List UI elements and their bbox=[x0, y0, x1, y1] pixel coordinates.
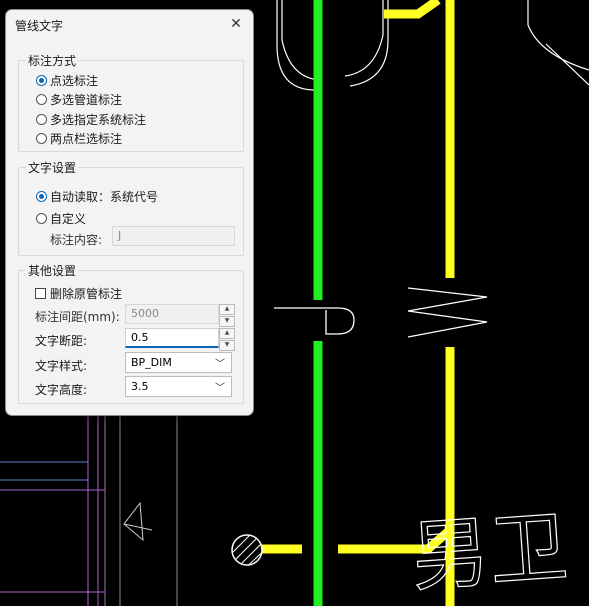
chevron-down-icon: ﹀ bbox=[215, 383, 225, 394]
spin-down-icon[interactable]: ▼ bbox=[219, 316, 235, 327]
spacing-label: 标注间距(mm): bbox=[35, 310, 120, 324]
gap-spinner[interactable]: ▲ ▼ bbox=[219, 328, 235, 351]
spin-up-icon[interactable]: ▲ bbox=[219, 304, 235, 315]
radio-two-point[interactable]: 两点栏选标注 bbox=[36, 130, 122, 147]
chevron-down-icon: ﹀ bbox=[215, 359, 225, 370]
delete-original-checkbox[interactable]: 删除原管标注 bbox=[35, 285, 122, 302]
gap-label: 文字断距: bbox=[35, 334, 88, 348]
radio-indicator[interactable] bbox=[36, 114, 47, 125]
gap-input[interactable]: 0.5 bbox=[125, 328, 219, 348]
close-icon: ✕ bbox=[230, 16, 242, 32]
height-label: 文字高度: bbox=[35, 383, 88, 397]
checkbox-indicator[interactable] bbox=[35, 288, 46, 299]
radio-custom[interactable]: 自定义 bbox=[36, 210, 86, 227]
radio-indicator[interactable] bbox=[36, 133, 47, 144]
content-input[interactable]: J bbox=[112, 226, 235, 246]
height-select[interactable]: 3.5 ﹀ bbox=[125, 376, 232, 397]
radio-indicator[interactable] bbox=[36, 75, 47, 86]
radio-multi-pipe[interactable]: 多选管道标注 bbox=[36, 91, 122, 108]
text-settings-group: 文字设置 自动读取：系统代号 自定义 标注内容: J bbox=[18, 159, 244, 256]
mark-method-title: 标注方式 bbox=[26, 52, 79, 69]
spin-up-icon[interactable]: ▲ bbox=[219, 328, 235, 339]
style-label: 文字样式: bbox=[35, 359, 88, 373]
mark-method-group: 标注方式 点选标注 多选管道标注 多选指定系统标注 两点栏选标注 bbox=[18, 52, 244, 152]
dialog-title: 管线文字 bbox=[15, 19, 64, 33]
other-settings-title: 其他设置 bbox=[26, 262, 79, 279]
other-settings-group: 其他设置 删除原管标注 标注间距(mm): 5000 ▲ ▼ 文字断距: 0.5… bbox=[18, 262, 244, 404]
radio-indicator[interactable] bbox=[36, 94, 47, 105]
spacing-input[interactable]: 5000 bbox=[125, 304, 219, 324]
spin-down-icon[interactable]: ▼ bbox=[219, 340, 235, 351]
close-button[interactable]: ✕ bbox=[225, 13, 247, 35]
radio-auto-read[interactable]: 自动读取：系统代号 bbox=[36, 188, 158, 205]
pipe-text-dialog: 管线文字 ✕ 标注方式 点选标注 多选管道标注 多选指定系统标注 两点栏选标注 … bbox=[5, 9, 254, 416]
text-settings-title: 文字设置 bbox=[26, 159, 79, 176]
spacing-spinner[interactable]: ▲ ▼ bbox=[219, 304, 235, 327]
radio-multi-system[interactable]: 多选指定系统标注 bbox=[36, 111, 146, 128]
room-label: 男卫 bbox=[409, 502, 571, 603]
style-select[interactable]: BP_DIM ﹀ bbox=[125, 352, 232, 373]
radio-indicator[interactable] bbox=[36, 191, 47, 202]
content-label: 标注内容: bbox=[50, 233, 103, 247]
radio-indicator[interactable] bbox=[36, 213, 47, 224]
radio-point-select[interactable]: 点选标注 bbox=[36, 72, 98, 89]
